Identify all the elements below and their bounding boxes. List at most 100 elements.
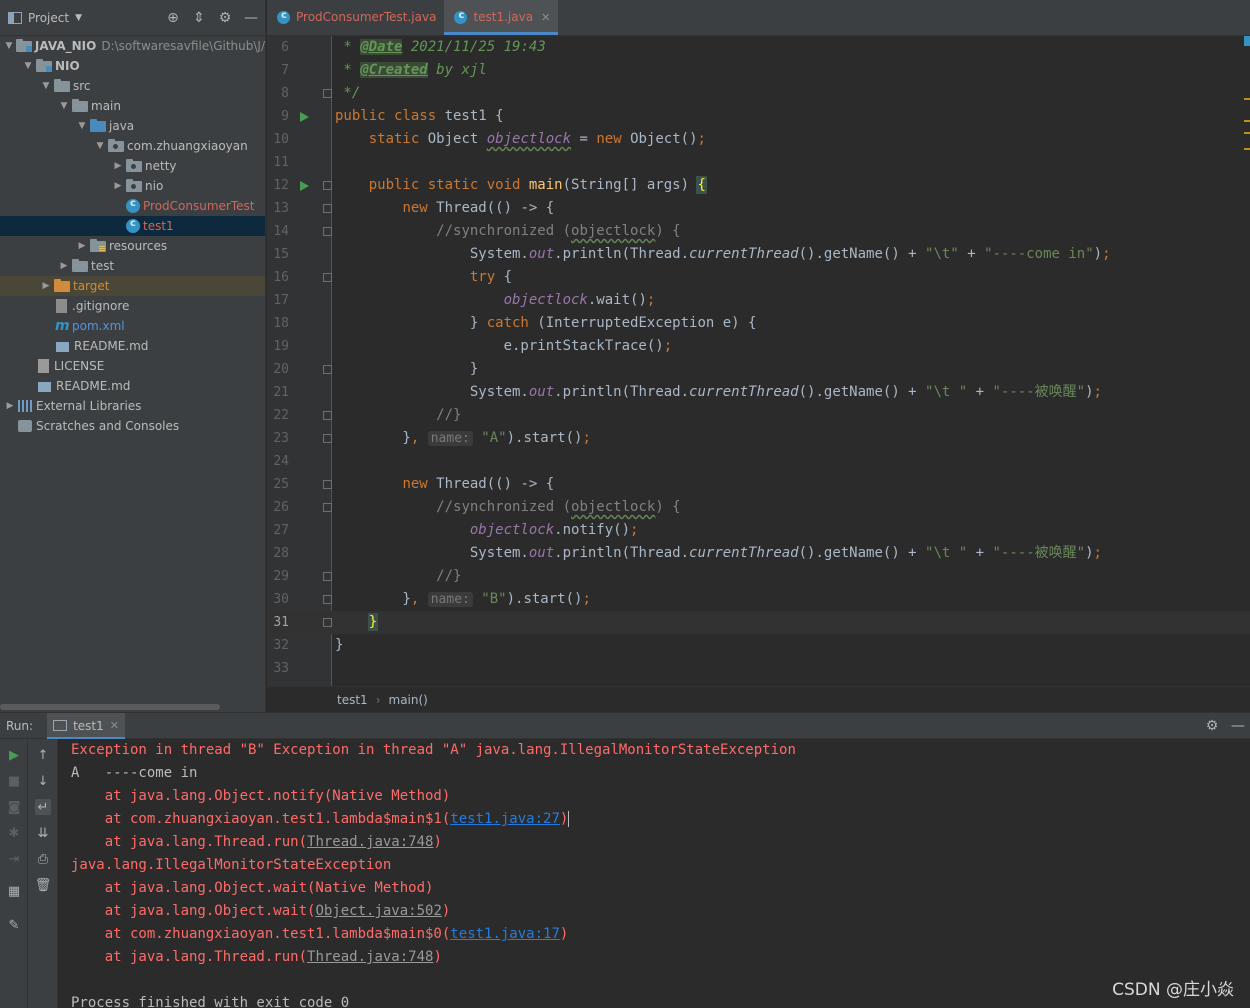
tree-item-java-nio[interactable]: ▼ JAVA_NIO D:\softwaresavfile\Github\J/ xyxy=(0,36,265,56)
breadcrumb-method[interactable]: main() xyxy=(389,693,428,707)
trash-icon[interactable]: 🗑 xyxy=(35,877,52,893)
tree-item-gitignore[interactable]: ▶.gitignore xyxy=(0,296,265,316)
breadcrumb-class[interactable]: test1 xyxy=(337,693,368,707)
fold-icon[interactable] xyxy=(323,618,332,627)
exit-icon[interactable]: ⇥ xyxy=(6,851,22,867)
scroll-down-icon[interactable]: ↓ xyxy=(35,773,51,789)
collapsed-arrow-icon[interactable]: ▶ xyxy=(4,401,16,411)
console-output[interactable]: Exception in thread "B" Exception in thr… xyxy=(58,739,1250,1008)
code-line[interactable]: 8 */ xyxy=(267,82,1250,105)
collapsed-arrow-icon[interactable]: ▶ xyxy=(112,181,124,191)
stacktrace-link[interactable]: test1.java:27 xyxy=(450,811,560,827)
collapsed-arrow-icon[interactable]: ▶ xyxy=(58,261,70,271)
debug-icon[interactable]: ✱ xyxy=(6,825,22,841)
tree-item-nio[interactable]: ▶ nio xyxy=(0,176,265,196)
soft-wrap-icon[interactable]: ↵ xyxy=(35,799,51,815)
code-line[interactable]: 21 System.out.println(Thread.currentThre… xyxy=(267,381,1250,404)
code-line[interactable]: 17 objectlock.wait(); xyxy=(267,289,1250,312)
fold-icon[interactable] xyxy=(323,365,332,374)
code-line[interactable]: 19 e.printStackTrace(); xyxy=(267,335,1250,358)
tab-test1[interactable]: test1.java ✕ xyxy=(444,0,559,35)
collapsed-arrow-icon[interactable]: ▶ xyxy=(76,241,88,251)
project-tree[interactable]: ▼ JAVA_NIO D:\softwaresavfile\Github\J/▼ NI… xyxy=(0,36,265,436)
expanded-arrow-icon[interactable]: ▼ xyxy=(40,81,52,91)
code-line[interactable]: 27 objectlock.notify(); xyxy=(267,519,1250,542)
code-line[interactable]: 6 * @Date 2021/11/25 19:43 xyxy=(267,36,1250,59)
minimize-icon[interactable]: — xyxy=(243,10,259,26)
fold-icon[interactable] xyxy=(323,273,332,282)
code-line[interactable]: 14 //synchronized (objectlock) { xyxy=(267,220,1250,243)
close-icon[interactable]: ✕ xyxy=(541,11,550,24)
tree-item-main[interactable]: ▼ main xyxy=(0,96,265,116)
code-line[interactable]: 18 } catch (InterruptedException e) { xyxy=(267,312,1250,335)
fold-icon[interactable] xyxy=(323,204,332,213)
error-stripe[interactable] xyxy=(1244,36,1250,176)
code-line[interactable]: 32} xyxy=(267,634,1250,657)
tree-item-test1[interactable]: ▶test1 xyxy=(0,216,265,236)
tab-prodconsumertest[interactable]: ProdConsumerTest.java xyxy=(267,0,444,35)
collapse-all-icon[interactable]: ⇕ xyxy=(191,10,207,26)
minimize-icon[interactable]: — xyxy=(1230,718,1246,734)
tree-item-readme-md[interactable]: ▶README.md xyxy=(0,336,265,356)
expanded-arrow-icon[interactable]: ▼ xyxy=(22,61,34,71)
close-icon[interactable]: ✕ xyxy=(110,719,119,732)
run-gutter-icon[interactable] xyxy=(300,112,309,122)
scroll-to-end-icon[interactable]: ⇊ xyxy=(35,825,51,841)
collapsed-arrow-icon[interactable]: ▶ xyxy=(112,161,124,171)
tree-item-pom-xml[interactable]: ▶mpom.xml xyxy=(0,316,265,336)
tree-item-nio[interactable]: ▼ NIO xyxy=(0,56,265,76)
horizontal-scrollbar[interactable] xyxy=(0,704,220,710)
rerun-icon[interactable]: ▶ xyxy=(6,747,22,763)
tree-item-license[interactable]: ▶LICENSE xyxy=(0,356,265,376)
code-line[interactable]: 26 //synchronized (objectlock) { xyxy=(267,496,1250,519)
fold-icon[interactable] xyxy=(323,181,332,190)
code-line[interactable]: 28 System.out.println(Thread.currentThre… xyxy=(267,542,1250,565)
code-line[interactable]: 31 } xyxy=(267,611,1250,634)
code-line[interactable]: 25 new Thread(() -> { xyxy=(267,473,1250,496)
locate-icon[interactable]: ⊕ xyxy=(165,10,181,26)
stop-icon[interactable]: ■ xyxy=(6,773,22,789)
fold-icon[interactable] xyxy=(323,434,332,443)
tree-item-resources[interactable]: ▶ resources xyxy=(0,236,265,256)
tree-item-scratches-and-consoles[interactable]: ▶Scratches and Consoles xyxy=(0,416,265,436)
tree-item-prodconsumertest[interactable]: ▶ProdConsumerTest xyxy=(0,196,265,216)
code-line[interactable]: 29 //} xyxy=(267,565,1250,588)
code-line[interactable]: 13 new Thread(() -> { xyxy=(267,197,1250,220)
code-line[interactable]: 33 xyxy=(267,657,1250,680)
code-line[interactable]: 22 //} xyxy=(267,404,1250,427)
tree-item-java[interactable]: ▼ java xyxy=(0,116,265,136)
fold-icon[interactable] xyxy=(323,411,332,420)
project-view-selector[interactable]: Project xyxy=(28,11,69,25)
fold-icon[interactable] xyxy=(323,227,332,236)
stacktrace-link[interactable]: test1.java:17 xyxy=(450,926,560,942)
gear-icon[interactable]: ⚙ xyxy=(217,10,233,26)
tree-item-com-zhuangxiaoyan[interactable]: ▼ com.zhuangxiaoyan xyxy=(0,136,265,156)
tree-item-external-libraries[interactable]: ▶ External Libraries xyxy=(0,396,265,416)
code-area[interactable]: 6 * @Date 2021/11/25 19:43 7 * @Created b… xyxy=(267,36,1250,686)
code-line[interactable]: 10 static Object objectlock = new Object… xyxy=(267,128,1250,151)
scroll-up-icon[interactable]: ↑ xyxy=(35,747,51,763)
fold-icon[interactable] xyxy=(323,572,332,581)
layout-icon[interactable]: ▦ xyxy=(6,883,22,899)
expanded-arrow-icon[interactable]: ▼ xyxy=(94,141,106,151)
code-line[interactable]: 30 }, name: "B").start(); xyxy=(267,588,1250,611)
tree-item-test[interactable]: ▶ test xyxy=(0,256,265,276)
expanded-arrow-icon[interactable]: ▼ xyxy=(4,41,14,51)
tree-item-target[interactable]: ▶ target xyxy=(0,276,265,296)
print-icon[interactable]: ⎙ xyxy=(35,851,51,867)
expanded-arrow-icon[interactable]: ▼ xyxy=(58,101,70,111)
code-line[interactable]: 15 System.out.println(Thread.currentThre… xyxy=(267,243,1250,266)
pin-icon[interactable]: ✎ xyxy=(6,917,22,933)
code-line[interactable]: 9 public class test1 { xyxy=(267,105,1250,128)
fold-icon[interactable] xyxy=(323,503,332,512)
run-tab-test1[interactable]: test1 ✕ xyxy=(47,712,125,739)
tree-item-netty[interactable]: ▶ netty xyxy=(0,156,265,176)
run-gutter-icon[interactable] xyxy=(300,181,309,191)
stacktrace-link[interactable]: Thread.java:748 xyxy=(307,834,433,850)
tree-item-src[interactable]: ▼ src xyxy=(0,76,265,96)
code-line[interactable]: 20 } xyxy=(267,358,1250,381)
camera-icon[interactable]: ◙ xyxy=(6,799,22,815)
code-line[interactable]: 23 }, name: "A").start(); xyxy=(267,427,1250,450)
code-line[interactable]: 12 public static void main(String[] args… xyxy=(267,174,1250,197)
code-line[interactable]: 16 try { xyxy=(267,266,1250,289)
